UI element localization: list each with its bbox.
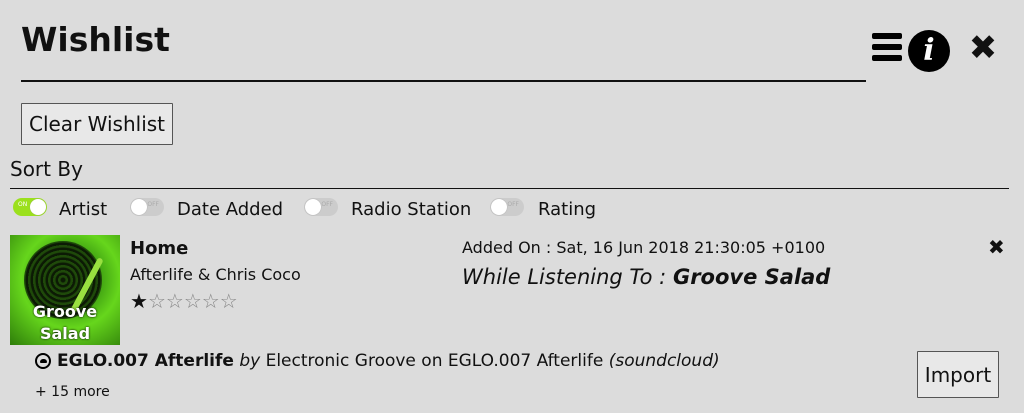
sort-option-radio-station[interactable]: Radio Station: [351, 199, 471, 221]
star-empty-icon[interactable]: ☆: [184, 289, 202, 313]
source-detail: Electronic Groove on EGLO.007 Afterlife: [265, 351, 604, 371]
source-track[interactable]: EGLO.007 Afterlife: [57, 351, 234, 371]
star-empty-icon[interactable]: ☆: [220, 289, 238, 313]
sort-option-artist[interactable]: Artist: [59, 199, 107, 221]
toggle-state-label: OFF: [147, 201, 159, 208]
sort-option-date-added[interactable]: Date Added: [177, 199, 283, 221]
toggle-state-label: ON: [18, 201, 28, 208]
source-by: by: [239, 351, 261, 371]
soundcloud-icon: [35, 353, 51, 369]
artwork-caption: Groove Salad: [32, 302, 98, 343]
sort-toggle-date-added[interactable]: OFF: [130, 198, 164, 216]
clear-wishlist-button[interactable]: Clear Wishlist: [21, 103, 173, 145]
import-button[interactable]: Import: [917, 351, 999, 398]
source-line: EGLO.007 Afterlife by Electronic Groove …: [35, 349, 720, 373]
close-icon[interactable]: ✖: [966, 30, 1000, 66]
sort-option-rating[interactable]: Rating: [538, 199, 596, 221]
sort-by-label: Sort By: [10, 157, 83, 181]
sort-toggle-artist[interactable]: ON: [13, 198, 47, 216]
more-sources-link[interactable]: + 15 more: [35, 382, 110, 402]
station-artwork: Groove Salad: [10, 235, 120, 345]
track-title: Home: [130, 238, 189, 259]
star-filled-icon[interactable]: ★: [130, 289, 148, 313]
sort-toggle-radio-station[interactable]: OFF: [304, 198, 338, 216]
header-icons: i ✖: [868, 30, 1008, 72]
toggle-knob: [491, 199, 507, 215]
sort-options: ON Artist OFF Date Added OFF Radio Stati…: [0, 196, 1024, 224]
toggle-state-label: OFF: [321, 201, 333, 208]
station-name: Groove Salad: [672, 265, 831, 289]
toggle-knob: [305, 199, 321, 215]
toggle-knob: [131, 199, 147, 215]
toggle-state-label: OFF: [507, 201, 519, 208]
remove-item-icon[interactable]: ✖: [988, 236, 1005, 258]
source-service: (soundcloud): [608, 351, 720, 371]
track-artist: Afterlife & Chris Coco: [130, 265, 301, 284]
sort-divider: [10, 188, 1009, 189]
toggle-knob: [30, 199, 46, 215]
listening-info: While Listening To : Groove Salad: [462, 263, 830, 291]
star-empty-icon[interactable]: ☆: [166, 289, 184, 313]
star-empty-icon[interactable]: ☆: [202, 289, 220, 313]
title-divider: [21, 80, 866, 82]
page-title: Wishlist: [21, 20, 170, 59]
added-on-date: Added On : Sat, 16 Jun 2018 21:30:05 +01…: [462, 238, 826, 257]
menu-icon[interactable]: [872, 33, 902, 61]
star-empty-icon[interactable]: ☆: [148, 289, 166, 313]
sort-toggle-rating[interactable]: OFF: [490, 198, 524, 216]
star-rating[interactable]: ★☆☆☆☆☆: [130, 289, 238, 313]
info-icon[interactable]: i: [908, 30, 950, 72]
listening-prefix: While Listening To :: [462, 265, 667, 289]
